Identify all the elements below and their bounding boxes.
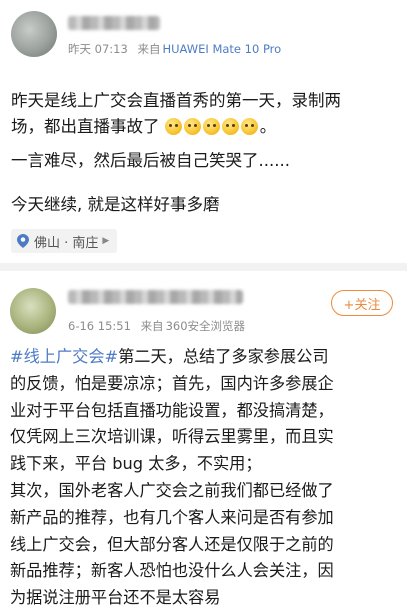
source-prefix: 来自 <box>137 42 161 56</box>
post-text-line: #线上广交会#第二天，总结了多家参展公司 <box>10 344 405 371</box>
post-text-line: 践下来，平台 bug 太多，不实用； <box>10 454 262 474</box>
post-text-punct: 。 <box>259 117 277 136</box>
post-text: 昨天是线上广交会直播首秀的第一天，录制两 场，都出直播事故了 。 <box>11 88 406 140</box>
post-text-line: 昨天是线上广交会直播首秀的第一天，录制两 <box>11 91 341 110</box>
post-card-1: 昨天 07:13 来自 HUAWEI Mate 10 Pro 昨天是线上广交会直播… <box>0 0 407 258</box>
follow-button[interactable]: +关注 <box>331 290 393 316</box>
laugh-emoji-icon <box>183 118 201 135</box>
post-text-line: 线上广交会，但大部分客人还是仅限于之前的 <box>10 534 334 554</box>
post-meta: 6-16 15:51 来自 360安全浏览器 <box>68 318 245 334</box>
post-text-segment: 第二天，总结了多家参展公司 <box>118 347 329 366</box>
awkward-emoji-icon <box>240 118 258 135</box>
post-text-line: 业对于平台包括直播功能设置，都没搞清楚， <box>10 400 334 420</box>
post-text-line: 为据说注册平台还不是太容易 <box>10 588 221 608</box>
awkward-emoji-icon <box>221 118 239 135</box>
location-pin-icon <box>17 234 29 248</box>
hashtag-link[interactable]: #线上广交会# <box>10 347 118 366</box>
post-text: #线上广交会#第二天，总结了多家参展公司 的反馈，怕是要凉凉；首先，国内许多参展… <box>10 344 405 612</box>
source-prefix: 来自 <box>140 319 164 333</box>
username-blurred[interactable] <box>68 290 243 304</box>
post-meta: 昨天 07:13 来自 HUAWEI Mate 10 Pro <box>68 41 281 57</box>
post-text-para2: 一言难尽，然后最后被自己笑哭了...... <box>11 151 290 170</box>
post-time: 6-16 15:51 <box>68 319 131 333</box>
device-link[interactable]: HUAWEI Mate 10 Pro <box>162 42 281 56</box>
post-time: 昨天 07:13 <box>68 42 128 56</box>
post-text-para3: 今天继续, 就是这样好事多磨 <box>11 195 220 214</box>
avatar[interactable] <box>11 11 57 57</box>
post-divider <box>0 263 407 271</box>
post-text-line: 的反馈，怕是要凉凉；首先，国内许多参展企 <box>10 373 334 393</box>
post-text-line: 场，都出直播事故了 <box>11 117 160 136</box>
username-blurred[interactable] <box>68 16 160 30</box>
device-label: 360安全浏览器 <box>165 319 246 333</box>
post-text-line: 新品推荐；新客人恐怕也没什么人会关注，因 <box>10 561 334 581</box>
location-label: 佛山 · 南庄 <box>34 235 99 251</box>
cry-emoji-icon <box>202 118 220 135</box>
laugh-emoji-icon <box>164 118 182 135</box>
post-text-line: 其次，国外老客人广交会之前我们都已经做了 <box>10 480 334 500</box>
post-text-line: 仅凭网上三次培训课，听得云里雾里，而且实 <box>10 427 334 447</box>
location-tag[interactable]: 佛山 · 南庄 ▶ <box>11 229 118 253</box>
post-text-line: 新产品的推荐，也有几个客人来问是否有参加 <box>10 507 334 527</box>
chevron-right-icon: ▶ <box>102 236 110 246</box>
avatar[interactable] <box>10 288 56 334</box>
